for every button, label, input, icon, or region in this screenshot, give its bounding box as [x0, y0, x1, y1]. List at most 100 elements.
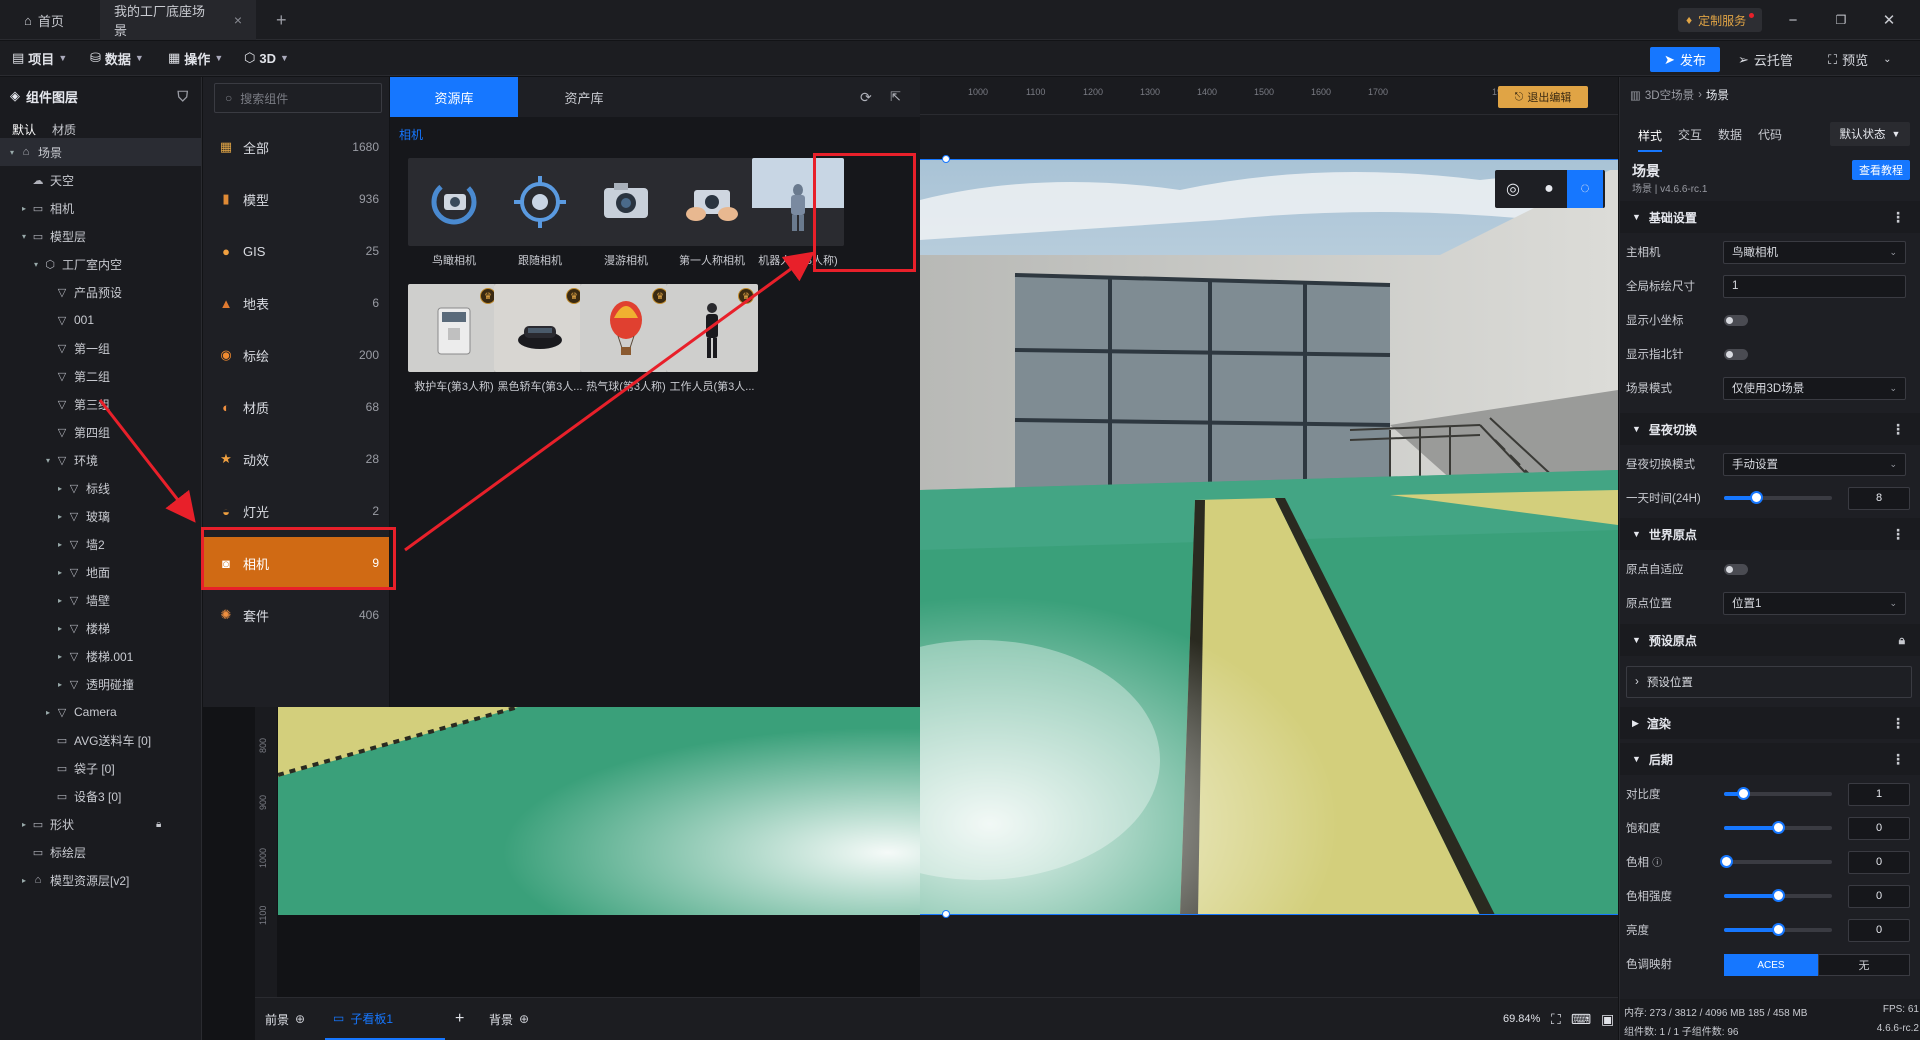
tree-row[interactable]: ▾ ▽ 环境 — [0, 446, 201, 474]
category-item[interactable]: ▮ 模型 936 — [203, 173, 389, 225]
tab-home[interactable]: ⌂ 首页 — [10, 0, 78, 40]
expand-toggle-icon[interactable]: ▸ — [18, 876, 30, 885]
expand-toggle-icon[interactable]: ▸ — [54, 484, 66, 493]
expand-toggle-icon[interactable]: ▸ — [54, 540, 66, 549]
tree-row[interactable]: ▸ ▭ 相机 — [0, 194, 201, 222]
brightness-slider[interactable] — [1724, 923, 1832, 936]
category-item[interactable]: ✺ 套件 406 — [203, 589, 389, 641]
menu-operate[interactable]: ▦ 操作 ▼ — [168, 41, 223, 75]
tree-row[interactable]: ▽ 第一组 — [0, 334, 201, 362]
tree-row[interactable]: ▸ ⌂ 模型资源层[v2] — [0, 866, 201, 894]
expand-toggle-icon[interactable]: ▸ — [18, 204, 30, 213]
expand-toggle-icon[interactable]: ▸ — [54, 568, 66, 577]
hue-input[interactable]: 0 — [1848, 850, 1910, 874]
exit-edit-button[interactable]: ⎋ 退出编辑 — [1498, 86, 1588, 108]
tree-row[interactable]: ▸ ▽ 地面 — [0, 558, 201, 586]
tree-row[interactable]: ▽ 产品预设 — [0, 278, 201, 306]
tree-row[interactable]: ▭ AVG送料车 [0] — [0, 726, 201, 754]
tonemap-aces-button[interactable]: ACES — [1724, 954, 1818, 976]
fit-screen-icon[interactable]: ⛶ — [1551, 1011, 1561, 1028]
tree-row[interactable]: ▸ ▽ 玻璃 — [0, 502, 201, 530]
scene-render-lower[interactable] — [278, 707, 920, 915]
component-search-input[interactable]: ○ 搜索组件 — [214, 83, 382, 113]
section-daynight[interactable]: ▼ 昼夜切换 ⋮ — [1620, 413, 1920, 445]
resource-card[interactable]: 第一人称相机 — [666, 158, 758, 268]
external-link-icon[interactable]: ⇱ — [890, 89, 901, 105]
scene-mode-select[interactable]: 仅使用3D场景 ⌄ — [1723, 376, 1906, 400]
more-icon[interactable]: ⋮ — [1891, 526, 1905, 543]
hue-strength-slider-knob[interactable] — [1772, 889, 1785, 902]
zoom-level[interactable]: 69.84% — [1503, 998, 1540, 1040]
category-item[interactable]: ◉ 标绘 200 — [203, 329, 389, 381]
menu-project[interactable]: ▤ 项目 ▼ — [12, 41, 67, 75]
new-tab-button[interactable]: + — [262, 0, 301, 40]
refresh-icon[interactable]: ⟳ — [860, 89, 872, 106]
terminal-icon[interactable]: ▣ — [1601, 1011, 1614, 1028]
show-axis-toggle[interactable] — [1724, 315, 1748, 326]
category-item[interactable]: ◙ 相机 9 — [203, 537, 389, 589]
tree-row[interactable]: ▽ 001 — [0, 306, 201, 334]
category-item[interactable]: ▲ 地表 6 — [203, 277, 389, 329]
more-icon[interactable]: ⋮ — [1891, 209, 1905, 226]
expand-toggle-icon[interactable]: ▾ — [30, 260, 42, 269]
menu-data[interactable]: ⛁ 数据 ▼ — [90, 41, 144, 75]
expand-toggle-icon[interactable]: ▸ — [54, 652, 66, 661]
hue-strength-slider[interactable] — [1724, 889, 1832, 902]
resource-card[interactable]: ♛ 热气球(第3人称) — [580, 284, 672, 394]
time-slider-knob[interactable] — [1750, 491, 1764, 504]
lock-icon[interactable]: 🔒︎ — [1899, 633, 1905, 648]
publish-button[interactable]: ➤ 发布 — [1650, 47, 1720, 72]
expand-toggle-icon[interactable]: ▾ — [6, 148, 18, 157]
tree-row[interactable]: ▸ ▭ 形状 🔒︎ — [0, 810, 201, 838]
resource-card[interactable]: 鸟瞰相机 — [408, 158, 500, 268]
minimize-button[interactable]: − — [1770, 0, 1816, 40]
tree-row[interactable]: ▸ ▽ Camera — [0, 698, 201, 726]
tree-row[interactable]: ▽ 第三组 — [0, 390, 201, 418]
section-origin[interactable]: ▼ 世界原点 ⋮ — [1620, 518, 1920, 550]
tree-row[interactable]: ▾ ⬡ 工厂室内空 — [0, 250, 201, 278]
expand-toggle-icon[interactable]: ▸ — [42, 708, 54, 717]
add-circle-icon[interactable]: ⊕ — [295, 1012, 305, 1026]
tree-row[interactable]: ☁ 天空 — [0, 166, 201, 194]
state-select[interactable]: 默认状态 ▼ — [1830, 122, 1910, 146]
menu-3d[interactable]: ⬡ 3D ▼ — [244, 41, 289, 75]
contrast-slider[interactable] — [1724, 787, 1832, 800]
contrast-input[interactable]: 1 — [1848, 782, 1910, 806]
tab-interaction[interactable]: 交互 — [1678, 126, 1702, 143]
selection-handle[interactable] — [942, 155, 950, 163]
contrast-slider-knob[interactable] — [1737, 787, 1751, 800]
expand-toggle-icon[interactable]: ▾ — [18, 232, 30, 241]
category-item[interactable]: ◐ 材质 68 — [203, 381, 389, 433]
daynight-mode-select[interactable]: 手动设置 ⌄ — [1723, 452, 1906, 476]
tree-row[interactable]: ▸ ▽ 楼梯.001 — [0, 642, 201, 670]
tree-row[interactable]: ▭ 袋子 [0] — [0, 754, 201, 782]
tree-row[interactable]: ▸ ▽ 透明碰撞 — [0, 670, 201, 698]
more-icon[interactable]: ⋮ — [1891, 421, 1905, 438]
close-button[interactable]: ✕ — [1866, 0, 1912, 40]
tree-row[interactable]: ▽ 第四组 — [0, 418, 201, 446]
tutorial-button[interactable]: 查看教程 — [1852, 160, 1910, 180]
cloud-hosting-button[interactable]: ➢ 云托管 — [1738, 47, 1793, 72]
tree-row[interactable]: ▽ 第二组 — [0, 362, 201, 390]
tonemap-none-button[interactable]: 无 — [1818, 954, 1910, 976]
keyboard-icon[interactable]: ⌨ — [1571, 1011, 1591, 1028]
brightness-input[interactable]: 0 — [1848, 918, 1910, 942]
tab-data[interactable]: 数据 — [1718, 126, 1742, 143]
expand-toggle-icon[interactable]: ▾ — [42, 456, 54, 465]
saturation-input[interactable]: 0 — [1848, 816, 1910, 840]
tab-resource-library[interactable]: 资源库 — [390, 77, 518, 117]
brightness-slider-knob[interactable] — [1772, 923, 1785, 936]
section-preset[interactable]: ▼ 预设原点 🔒︎ — [1620, 624, 1920, 656]
tree-row[interactable]: ▾ ▭ 模型层 — [0, 222, 201, 250]
tab-code[interactable]: 代码 — [1758, 126, 1782, 143]
main-camera-select[interactable]: 鸟瞰相机 ⌄ — [1723, 240, 1906, 264]
preset-position-row[interactable]: › 预设位置 — [1626, 666, 1912, 698]
more-icon[interactable]: ⋮ — [1891, 715, 1905, 732]
resource-card[interactable]: 机器人(第3人称) — [752, 158, 844, 268]
breadcrumb-parent[interactable]: 3D空场景 — [1645, 87, 1694, 103]
filter-icon[interactable]: ⛉ — [178, 88, 189, 105]
tab-material[interactable]: 材质 — [52, 121, 76, 138]
saturation-slider-knob[interactable] — [1772, 821, 1785, 834]
tree-row[interactable]: ▸ ▽ 标线 — [0, 474, 201, 502]
expand-toggle-icon[interactable]: ▸ — [54, 680, 66, 689]
